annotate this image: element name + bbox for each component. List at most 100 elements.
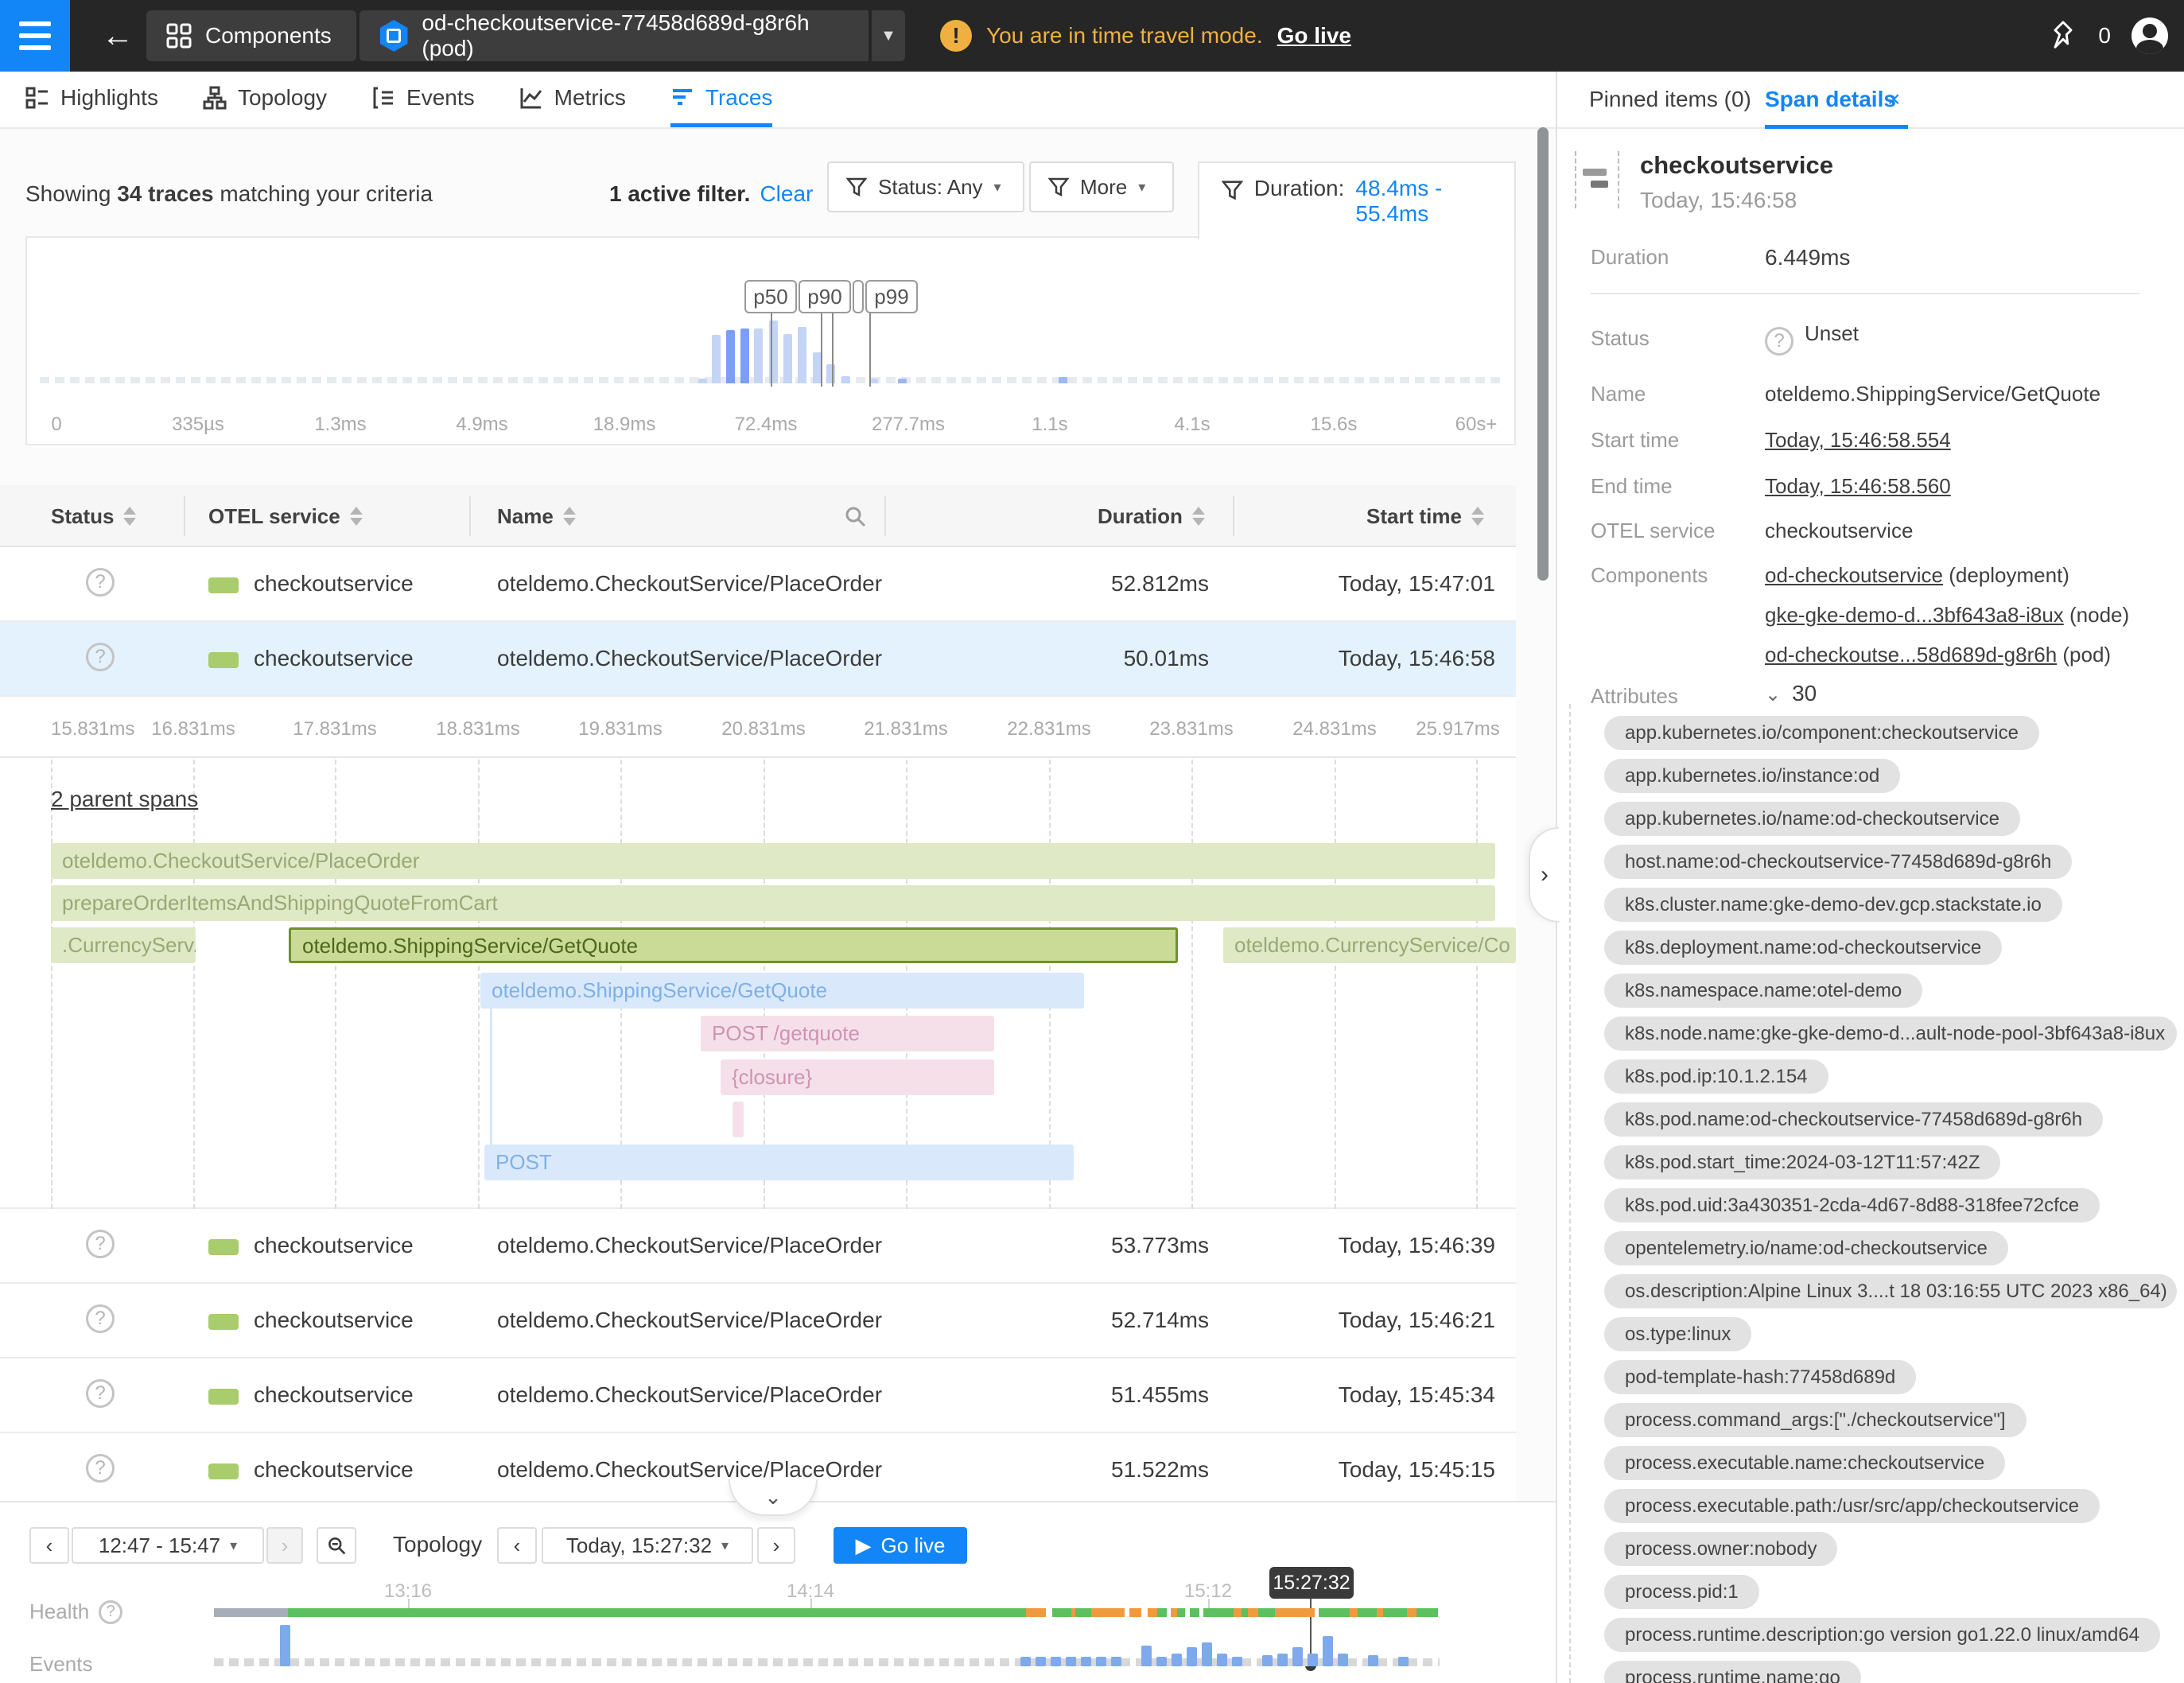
waterfall-span[interactable]: .CurrencyServ... — [51, 927, 196, 963]
percentile-marker-p99[interactable]: p99 — [865, 280, 918, 313]
components-button[interactable]: Components — [146, 10, 356, 61]
tab-traces[interactable]: Traces — [670, 72, 773, 127]
attribute-chip[interactable]: app.kubernetes.io/component:checkoutserv… — [1604, 716, 2039, 750]
attribute-chip[interactable]: process.executable.path:/usr/src/app/che… — [1604, 1489, 2100, 1523]
table-row[interactable]: ?checkoutserviceoteldemo.CheckoutService… — [0, 547, 1516, 622]
question-icon: ? — [86, 1454, 115, 1483]
help-icon[interactable]: ? — [99, 1600, 122, 1624]
otel-service-field-label: OTEL service — [1591, 519, 1716, 543]
active-tab-underline — [1765, 125, 1908, 129]
waterfall-span[interactable]: oteldemo.CheckoutService/PlaceOrder — [51, 843, 1495, 879]
status-filter-button[interactable]: Status: Any▾ — [827, 161, 1024, 212]
hamburger-menu-icon[interactable] — [0, 0, 70, 72]
zoom-out-button[interactable] — [317, 1527, 356, 1564]
tab-metrics[interactable]: Metrics — [519, 72, 626, 127]
time-cursor-tooltip[interactable]: 15:27:32 — [1269, 1567, 1354, 1599]
attribute-chip[interactable]: k8s.pod.start_time:2024-03-12T11:57:42Z — [1604, 1145, 2000, 1180]
attribute-chip[interactable]: process.owner:nobody — [1604, 1532, 1837, 1566]
app-window: ← Components od-checkoutservice-77458d68… — [0, 0, 2184, 1683]
waterfall-span[interactable]: oteldemo.ShippingService/GetQuote — [480, 973, 1084, 1009]
attributes-toggle[interactable]: ⌄30 — [1765, 681, 1817, 706]
duration-filter[interactable]: Duration: 48.4ms - 55.4ms — [1198, 161, 1516, 239]
column-header-status[interactable]: Status — [51, 485, 136, 547]
sort-icon — [563, 507, 576, 526]
waterfall-span[interactable]: POST /getquote — [701, 1016, 994, 1051]
table-row[interactable]: ?checkoutserviceoteldemo.CheckoutService… — [0, 1209, 1516, 1284]
timestamp-next-button[interactable]: › — [757, 1527, 795, 1564]
percentile-marker-mid[interactable] — [853, 280, 864, 313]
timestamp-prev-button[interactable]: ‹ — [497, 1527, 537, 1564]
tab-pinned-items[interactable]: Pinned items (0) — [1589, 87, 1751, 112]
range-next-button[interactable]: › — [266, 1527, 303, 1564]
panel-collapse-handle[interactable]: › — [1529, 827, 1559, 923]
waterfall-span[interactable]: POST — [484, 1145, 1074, 1180]
waterfall-gridline — [1335, 760, 1336, 1209]
attribute-chip[interactable]: os.type:linux — [1604, 1317, 1751, 1351]
waterfall-span-selected[interactable]: oteldemo.ShippingService/GetQuote — [289, 927, 1178, 963]
vertical-scrollbar[interactable] — [1537, 127, 1549, 581]
attribute-chip[interactable]: k8s.pod.ip:10.1.2.154 — [1604, 1059, 1828, 1094]
search-icon[interactable] — [843, 504, 867, 528]
waterfall-gridline — [335, 760, 336, 1209]
waterfall-span[interactable] — [733, 1102, 744, 1137]
attribute-chip[interactable]: opentelemetry.io/name:od-checkoutservice — [1604, 1231, 2008, 1265]
tab-span-details[interactable]: Span details — [1765, 87, 1896, 112]
time-range-dropdown[interactable]: 12:47 - 15:47▾ — [72, 1527, 264, 1564]
pin-icon[interactable] — [2049, 20, 2077, 52]
timestamp-dropdown[interactable]: Today, 15:27:32▾ — [542, 1527, 753, 1564]
go-live-link[interactable]: Go live — [1277, 23, 1351, 49]
component-link-pod[interactable]: od-checkoutse...58d689d-g8r6h (pod) — [1765, 643, 2111, 667]
attribute-chip[interactable]: pod-template-hash:77458d689d — [1604, 1360, 1916, 1394]
attribute-chip[interactable]: process.executable.name:checkoutservice — [1604, 1446, 2005, 1480]
pod-selector-caret[interactable]: ▼ — [870, 10, 905, 61]
attribute-chip[interactable]: process.pid:1 — [1604, 1575, 1759, 1609]
end-time-link[interactable]: Today, 15:46:58.560 — [1765, 474, 1951, 499]
attribute-chip[interactable]: k8s.pod.name:od-checkoutservice-77458d68… — [1604, 1102, 2103, 1137]
attribute-chip[interactable]: k8s.cluster.name:gke-demo-dev.gcp.stacks… — [1604, 888, 2062, 922]
health-segment — [1157, 1608, 1167, 1617]
event-bar — [1368, 1655, 1378, 1666]
parent-spans-link[interactable]: 2 parent spans — [51, 787, 198, 812]
trace-rows-top: ?checkoutserviceoteldemo.CheckoutService… — [0, 547, 1516, 697]
percentile-marker-p90[interactable]: p90 — [799, 280, 851, 313]
health-segment — [1275, 1608, 1291, 1617]
close-icon[interactable]: × — [1887, 87, 1900, 112]
waterfall-span[interactable]: {closure} — [721, 1059, 994, 1095]
health-segment — [1046, 1608, 1052, 1617]
attribute-chip[interactable]: process.command_args:["./checkoutservice… — [1604, 1403, 2027, 1437]
attribute-chip[interactable]: os.description:Alpine Linux 3....t 18 03… — [1604, 1274, 2177, 1308]
column-header-name[interactable]: Name — [497, 485, 576, 547]
range-prev-button[interactable]: ‹ — [29, 1527, 69, 1564]
attribute-chip[interactable]: host.name:od-checkoutservice-77458d689d-… — [1604, 845, 2072, 879]
more-filters-button[interactable]: More▾ — [1029, 161, 1174, 212]
attribute-chip[interactable]: k8s.node.name:gke-gke-demo-d...ault-node… — [1604, 1016, 2177, 1051]
back-arrow-icon[interactable]: ← — [94, 0, 142, 72]
clear-filters-link[interactable]: Clear — [760, 181, 813, 206]
start-time-link[interactable]: Today, 15:46:58.554 — [1765, 428, 1951, 453]
waterfall-span[interactable]: oteldemo.CurrencyService/Co — [1223, 927, 1516, 963]
tab-events[interactable]: Events — [371, 72, 475, 127]
table-row[interactable]: ?checkoutserviceoteldemo.CheckoutService… — [0, 1284, 1516, 1358]
attribute-chip[interactable]: k8s.deployment.name:od-checkoutservice — [1604, 931, 2002, 965]
table-row[interactable]: ?checkoutserviceoteldemo.CheckoutService… — [0, 622, 1516, 697]
tab-highlights[interactable]: Highlights — [25, 72, 158, 127]
column-header-start-time[interactable]: Start time — [1366, 485, 1484, 547]
go-live-button[interactable]: ▶Go live — [834, 1527, 967, 1564]
column-header-otel-service[interactable]: OTEL service — [208, 485, 363, 547]
attribute-chip[interactable]: k8s.pod.uid:3a430351-2cda-4d67-8d88-318f… — [1604, 1188, 2100, 1222]
percentile-marker-p50[interactable]: p50 — [744, 280, 797, 313]
attribute-chip[interactable]: process.runtime.name:go — [1604, 1661, 1861, 1683]
pod-selector[interactable]: od-checkoutservice-77458d689d-g8r6h (pod… — [359, 10, 869, 61]
duration-filter-value: 48.4ms - 55.4ms — [1355, 176, 1514, 227]
component-link-node[interactable]: gke-gke-demo-d...3bf643a8-i8ux (node) — [1765, 603, 2129, 628]
table-row[interactable]: ?checkoutserviceoteldemo.CheckoutService… — [0, 1358, 1516, 1433]
attribute-chip[interactable]: app.kubernetes.io/name:od-checkoutservic… — [1604, 802, 2020, 836]
column-header-duration[interactable]: Duration — [1098, 485, 1205, 547]
attribute-chip[interactable]: process.runtime.description:go version g… — [1604, 1618, 2160, 1652]
user-avatar[interactable] — [2132, 17, 2168, 54]
tab-topology[interactable]: Topology — [203, 72, 327, 127]
attribute-chip[interactable]: k8s.namespace.name:otel-demo — [1604, 974, 1922, 1008]
attribute-chip[interactable]: app.kubernetes.io/instance:od — [1604, 759, 1900, 793]
component-link-deployment[interactable]: od-checkoutservice (deployment) — [1765, 563, 2069, 588]
waterfall-span[interactable]: prepareOrderItemsAndShippingQuoteFromCar… — [51, 885, 1495, 921]
